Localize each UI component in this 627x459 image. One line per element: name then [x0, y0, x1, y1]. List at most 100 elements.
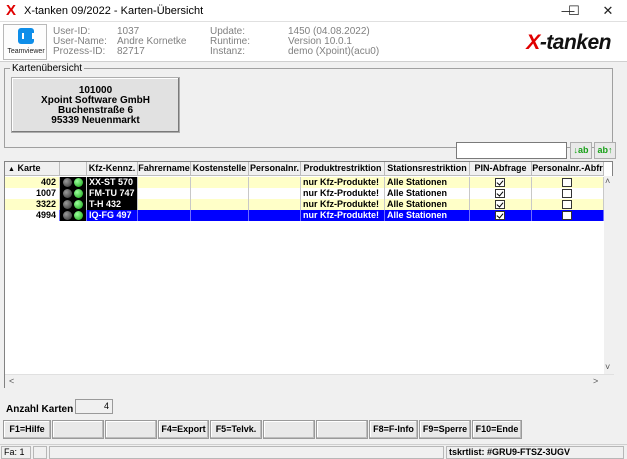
column-header-karte-label: Karte: [17, 163, 41, 173]
status-panel-2: [33, 446, 47, 459]
cell-fahrername: [138, 199, 191, 210]
table-row[interactable]: 1007 FM-TU 747 nur Kfz-Produkte! Alle St…: [5, 188, 609, 199]
status-lamp-off-icon: [63, 200, 72, 209]
status-lamp-on-icon: [74, 178, 83, 187]
vertical-scrollbar[interactable]: ˄ ˅: [604, 176, 614, 374]
scroll-left-icon[interactable]: <: [9, 376, 14, 386]
cell-personalnr-abfrage: [532, 188, 604, 199]
column-header-stationsrestriktion[interactable]: Stationsrestriktion: [385, 162, 470, 176]
status-program-id: tskrtlist: #GRU9-FTSZ-3UGV: [446, 446, 624, 459]
cell-kfz: XX-ST 570: [87, 177, 138, 188]
cell-pin-abfrage: [470, 210, 532, 221]
title-bar: X X-tanken 09/2022 - Karten-Übersicht — …: [0, 0, 627, 22]
cell-stationsrestriktion: Alle Stationen: [385, 177, 470, 188]
cell-kostenstelle: [191, 199, 249, 210]
cell-stationsrestriktion: Alle Stationen: [385, 188, 470, 199]
cell-kfz: FM-TU 747: [87, 188, 138, 199]
app-logo-icon: X: [6, 2, 17, 19]
personalnr-checkbox[interactable]: [562, 200, 572, 209]
cell-karte: 1007: [5, 188, 60, 199]
column-header-status[interactable]: [60, 162, 87, 176]
cards-table[interactable]: ▲ Karte Kfz-Kennz. Fahrername Kostenstel…: [4, 161, 614, 388]
close-button[interactable]: ✕: [589, 0, 627, 22]
cell-status-lights: [60, 177, 87, 188]
cell-karte: 402: [5, 177, 60, 188]
teamviewer-icon: [18, 28, 34, 44]
f1-help-button[interactable]: F1=Hilfe: [3, 420, 51, 439]
scroll-up-icon[interactable]: ˄: [605, 176, 610, 186]
process-id-label: Prozess-ID:: [53, 46, 106, 57]
f8-info-button[interactable]: F8=F-Info: [369, 420, 418, 439]
teamviewer-label: Teamviewer: [7, 48, 45, 55]
scroll-down-icon[interactable]: ˅: [605, 362, 610, 372]
status-bar: Fa: 1 tskrtlist: #GRU9-FTSZ-3UGV: [0, 444, 627, 459]
f2-button[interactable]: [52, 420, 104, 439]
table-row-selected[interactable]: 4994 IQ-FG 497 nur Kfz-Produkte! Alle St…: [5, 210, 609, 221]
cell-kostenstelle: [191, 210, 249, 221]
table-row[interactable]: 3322 T-H 432 nur Kfz-Produkte! Alle Stat…: [5, 199, 609, 210]
f10-ende-button[interactable]: F10=Ende: [472, 420, 522, 439]
column-header-personalnr[interactable]: Personalnr.: [249, 162, 301, 176]
search-input[interactable]: [456, 142, 567, 159]
cell-produktrestriktion: nur Kfz-Produkte!: [301, 188, 385, 199]
status-lamp-off-icon: [63, 178, 72, 187]
cell-produktrestriktion: nur Kfz-Produkte!: [301, 210, 385, 221]
sort-up-icon: ab↑: [597, 145, 613, 155]
table-row[interactable]: 402 XX-ST 570 nur Kfz-Produkte! Alle Sta…: [5, 177, 609, 188]
cell-kostenstelle: [191, 188, 249, 199]
f6-button[interactable]: [263, 420, 315, 439]
sort-ascending-button[interactable]: ↓ab: [570, 142, 592, 159]
cell-kfz: T-H 432: [87, 199, 138, 210]
pin-checkbox[interactable]: [495, 200, 505, 209]
teamviewer-button[interactable]: Teamviewer: [3, 24, 47, 60]
f3-button[interactable]: [105, 420, 157, 439]
customer-address-button[interactable]: 101000 Xpoint Software GmbH Buchenstraße…: [11, 77, 180, 133]
personalnr-checkbox[interactable]: [562, 178, 572, 187]
instance-value: demo (Xpoint)(acu0): [288, 46, 380, 57]
f9-sperre-button[interactable]: F9=Sperre: [419, 420, 471, 439]
cell-personalnr: [249, 188, 301, 199]
instance-label: Instanz:: [210, 46, 246, 57]
cell-personalnr: [249, 210, 301, 221]
cell-personalnr-abfrage: [532, 210, 604, 221]
cell-stationsrestriktion: Alle Stationen: [385, 210, 470, 221]
maximize-button[interactable]: ☐: [555, 0, 593, 22]
column-header-karte[interactable]: ▲ Karte: [5, 162, 60, 176]
cell-personalnr-abfrage: [532, 177, 604, 188]
cell-fahrername: [138, 210, 191, 221]
brand-logo-x: X: [526, 31, 540, 54]
sort-asc-icon: ▲: [8, 166, 15, 173]
overview-group-title: Kartenübersicht: [10, 63, 85, 74]
column-header-fahrername[interactable]: Fahrername: [138, 162, 191, 176]
cell-pin-abfrage: [470, 188, 532, 199]
horizontal-scrollbar[interactable]: < >: [5, 374, 614, 388]
f5-telvk-button[interactable]: F5=Telvk.: [210, 420, 262, 439]
cell-personalnr: [249, 199, 301, 210]
card-count-value: 4: [75, 399, 113, 414]
cell-status-lights: [60, 210, 87, 221]
column-header-personalnr-abfrage[interactable]: Personalnr.-Abfr: [532, 162, 604, 176]
pin-checkbox[interactable]: [495, 211, 505, 220]
column-header-kfz[interactable]: Kfz-Kennz.: [87, 162, 138, 176]
pin-checkbox[interactable]: [495, 178, 505, 187]
cell-karte: 3322: [5, 199, 60, 210]
cell-personalnr: [249, 177, 301, 188]
column-header-produktrestriktion[interactable]: Produktrestriktion: [301, 162, 385, 176]
cell-kfz: IQ-FG 497: [87, 210, 138, 221]
cell-produktrestriktion: nur Kfz-Produkte!: [301, 177, 385, 188]
personalnr-checkbox[interactable]: [562, 189, 572, 198]
cell-stationsrestriktion: Alle Stationen: [385, 199, 470, 210]
pin-checkbox[interactable]: [495, 189, 505, 198]
cell-kostenstelle: [191, 177, 249, 188]
f7-button[interactable]: [316, 420, 368, 439]
cell-pin-abfrage: [470, 177, 532, 188]
column-header-pin-abfrage[interactable]: PIN-Abfrage: [470, 162, 532, 176]
status-lamp-off-icon: [63, 189, 72, 198]
personalnr-checkbox[interactable]: [562, 211, 572, 220]
column-header-kostenstelle[interactable]: Kostenstelle: [191, 162, 249, 176]
scroll-right-icon[interactable]: >: [593, 376, 598, 386]
window-title: X-tanken 09/2022 - Karten-Übersicht: [24, 5, 204, 17]
sort-descending-button[interactable]: ab↑: [594, 142, 616, 159]
cell-status-lights: [60, 199, 87, 210]
f4-export-button[interactable]: F4=Export: [158, 420, 209, 439]
